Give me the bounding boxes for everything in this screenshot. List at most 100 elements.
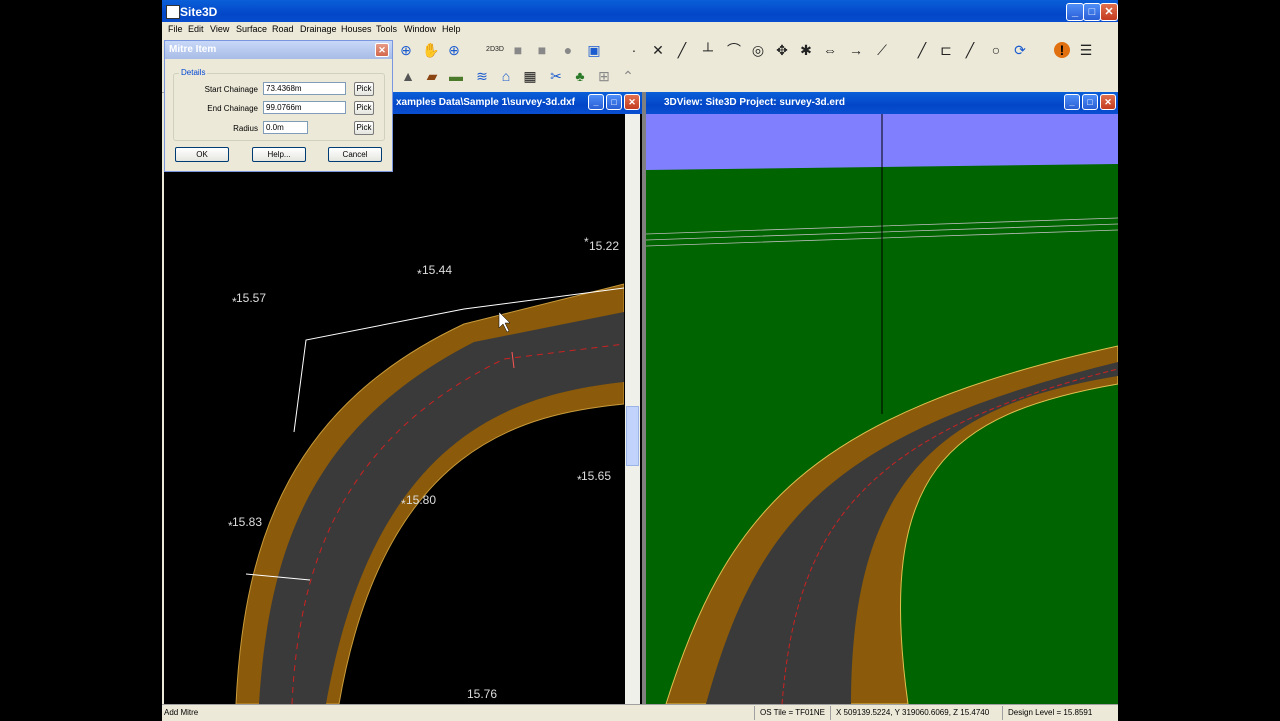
dialog-titlebar: Mitre Item ✕ <box>165 41 392 59</box>
help-button[interactable]: Help... <box>252 147 306 162</box>
spot-level-marker: * <box>232 295 237 309</box>
tree-icon[interactable]: ♣ <box>572 68 588 84</box>
spot-level-marker: * <box>401 497 406 511</box>
radius-label: Radius <box>233 124 258 133</box>
spot-level: 15.44 <box>422 263 452 277</box>
spot-level-marker: * <box>584 235 589 249</box>
arrow-right-icon[interactable]: → <box>848 42 864 58</box>
pan-hand-icon[interactable]: ✋ <box>422 42 439 58</box>
render-icon[interactable]: ■ <box>534 42 550 58</box>
rotate-icon[interactable]: ⟳ <box>1012 42 1028 58</box>
line-tool-icon[interactable]: ╱ <box>674 42 690 58</box>
plan-scrollbar[interactable] <box>625 114 640 704</box>
close-button[interactable]: ✕ <box>1100 3 1118 21</box>
menu-view[interactable]: View <box>210 24 229 34</box>
plan-scrollbar-thumb[interactable] <box>626 406 639 466</box>
menu-tools[interactable]: Tools <box>376 24 397 34</box>
spot-level-marker: * <box>417 267 422 281</box>
app-titlebar: Site3D _ □ ✕ <box>162 0 1118 24</box>
calculator-icon[interactable]: ▦ <box>522 68 538 84</box>
measure-icon[interactable]: ⟋ <box>874 42 890 58</box>
radius-pick-button[interactable]: Pick <box>354 121 374 135</box>
3d-view-title: 3DView: Site3D Project: survey-3d.erd <box>664 97 845 108</box>
dialog-close-button[interactable]: ✕ <box>375 43 389 57</box>
circle-target-icon[interactable]: ◎ <box>750 42 766 58</box>
road-carriageway <box>259 312 624 704</box>
3d-minimize-button[interactable]: _ <box>1064 94 1080 110</box>
menu-houses[interactable]: Houses <box>341 24 372 34</box>
start-pick-button[interactable]: Pick <box>354 82 374 96</box>
surface-icon[interactable]: ▲ <box>400 68 416 84</box>
line-icon[interactable]: ╱ <box>914 42 930 58</box>
3d-maximize-button[interactable]: □ <box>1082 94 1098 110</box>
dimension-icon[interactable]: ⊏ <box>938 42 954 58</box>
menu-drainage[interactable]: Drainage <box>300 24 337 34</box>
spot-level-marker: * <box>228 519 233 533</box>
menu-surface[interactable]: Surface <box>236 24 267 34</box>
volume-icon[interactable]: ▰ <box>424 68 440 84</box>
profile-icon[interactable]: ⌃ <box>620 68 636 84</box>
sphere-icon[interactable]: ● <box>560 42 576 58</box>
plan-close-button[interactable]: ✕ <box>624 94 640 110</box>
move-icon[interactable]: ✥ <box>774 42 790 58</box>
end-chainage-label: End Chainage <box>207 104 258 113</box>
status-os-tile: OS Tile = TF01NE <box>760 708 825 717</box>
cross-icon[interactable]: ✕ <box>650 42 666 58</box>
radius-field[interactable] <box>263 121 308 134</box>
maximize-button[interactable]: □ <box>1083 3 1101 21</box>
status-coordinates: X 509139.5224, Y 319060.6069, Z 15.4740 <box>836 708 990 717</box>
perpendicular-icon[interactable]: ┴ <box>700 42 716 58</box>
2d3d-icon[interactable]: 2D3D <box>484 42 506 58</box>
dialog-title: Mitre Item <box>169 44 217 55</box>
end-chainage-field[interactable] <box>263 101 346 114</box>
end-pick-button[interactable]: Pick <box>354 101 374 115</box>
3d-view-window: 3DView: Site3D Project: survey-3d.erd _ … <box>646 92 1118 704</box>
menu-road[interactable]: Road <box>272 24 294 34</box>
plan-minimize-button[interactable]: _ <box>588 94 604 110</box>
minimize-button[interactable]: _ <box>1066 3 1084 21</box>
menu-help[interactable]: Help <box>442 24 461 34</box>
list-icon[interactable]: ☰ <box>1078 42 1094 58</box>
warning-icon[interactable]: ! <box>1054 42 1070 58</box>
cancel-button[interactable]: Cancel <box>328 147 382 162</box>
start-chainage-label: Start Chainage <box>204 85 258 94</box>
menu-file[interactable]: File <box>168 24 183 34</box>
plan-canvas[interactable]: 15.22 * 15.44 * 15.57 * 15.65 * 15.80 * … <box>164 114 624 704</box>
shaded-view-icon[interactable]: ■ <box>510 42 526 58</box>
zoom-icon[interactable]: ⊕ <box>398 42 414 58</box>
3d-canvas[interactable] <box>646 114 1118 704</box>
ok-button[interactable]: OK <box>175 147 229 162</box>
mitre-item-dialog: Mitre Item ✕ Details Start Chainage Pick… <box>164 40 393 172</box>
house-icon[interactable]: ⌂ <box>498 68 514 84</box>
earthworks-icon[interactable]: ▬ <box>448 68 464 84</box>
zoom-extents-icon[interactable]: ⊕ <box>446 42 462 58</box>
stretch-icon[interactable]: ⇔ <box>822 42 838 58</box>
node-icon[interactable]: ○ <box>988 42 1004 58</box>
star-icon[interactable]: ✱ <box>798 42 814 58</box>
app-title: Site3D <box>180 5 218 19</box>
plan-view-window: xamples Data\Sample 1\survey-3d.dxf _ □ … <box>164 92 642 704</box>
arc-icon[interactable]: ⌒ <box>726 42 742 58</box>
spot-level: 15.65 <box>581 469 611 483</box>
grid-icon[interactable]: ⊞ <box>596 68 612 84</box>
point-icon[interactable]: · <box>626 42 642 58</box>
view-mode-icon[interactable]: ▣ <box>586 42 602 58</box>
details-group-title: Details <box>179 68 208 77</box>
cut-icon[interactable]: ✂ <box>548 68 564 84</box>
drainage-icon[interactable]: ≋ <box>474 68 490 84</box>
plan-view-title: xamples Data\Sample 1\survey-3d.dxf <box>396 97 575 108</box>
status-message: Add Mitre <box>164 708 199 717</box>
status-divider <box>1002 706 1003 720</box>
slash-icon[interactable]: ╱ <box>962 42 978 58</box>
start-chainage-field[interactable] <box>263 82 346 95</box>
3d-view-titlebar: 3DView: Site3D Project: survey-3d.erd _ … <box>646 92 1118 114</box>
spot-level: 15.57 <box>236 291 266 305</box>
app-icon <box>166 5 180 19</box>
spot-level: 15.83 <box>232 515 262 529</box>
spot-level: 15.76 <box>467 687 497 701</box>
plan-maximize-button[interactable]: □ <box>606 94 622 110</box>
3d-close-button[interactable]: ✕ <box>1100 94 1116 110</box>
menu-window[interactable]: Window <box>404 24 436 34</box>
menu-edit[interactable]: Edit <box>188 24 204 34</box>
status-divider <box>754 706 755 720</box>
